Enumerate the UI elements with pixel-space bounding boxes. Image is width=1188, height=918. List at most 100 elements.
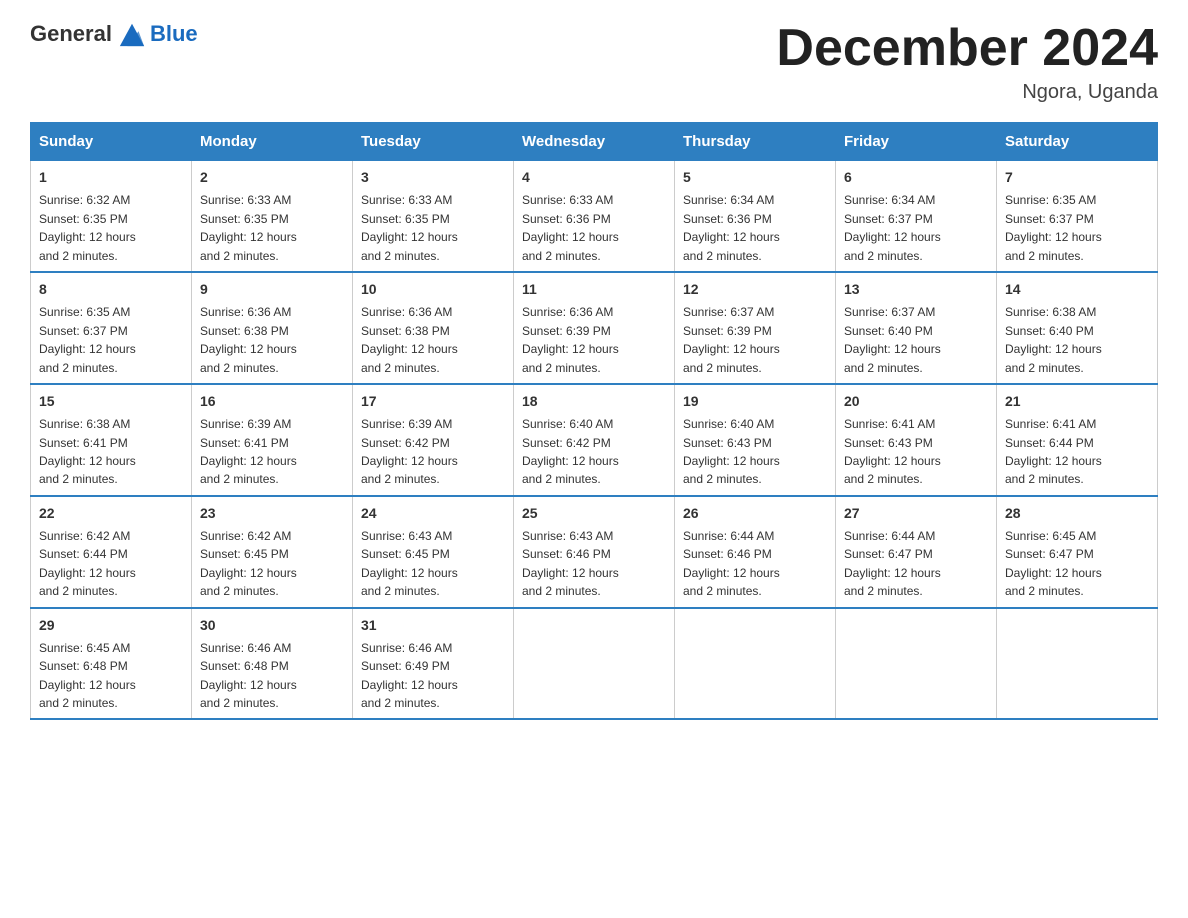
- day-number: 7: [1005, 167, 1149, 187]
- day-number: 9: [200, 279, 344, 299]
- calendar-cell: 30 Sunrise: 6:46 AMSunset: 6:48 PMDayligh…: [192, 608, 353, 720]
- day-number: 22: [39, 503, 183, 523]
- calendar-cell: 28 Sunrise: 6:45 AMSunset: 6:47 PMDayligh…: [997, 496, 1158, 608]
- day-info: Sunrise: 6:40 AMSunset: 6:43 PMDaylight:…: [683, 417, 780, 486]
- location: Ngora, Uganda: [776, 81, 1158, 104]
- day-info: Sunrise: 6:44 AMSunset: 6:46 PMDaylight:…: [683, 529, 780, 598]
- calendar-table: SundayMondayTuesdayWednesdayThursdayFrid…: [30, 122, 1158, 720]
- day-info: Sunrise: 6:33 AMSunset: 6:36 PMDaylight:…: [522, 193, 619, 262]
- day-number: 8: [39, 279, 183, 299]
- calendar-cell: 13 Sunrise: 6:37 AMSunset: 6:40 PMDayligh…: [836, 272, 997, 384]
- calendar-cell: 14 Sunrise: 6:38 AMSunset: 6:40 PMDayligh…: [997, 272, 1158, 384]
- calendar-cell: 27 Sunrise: 6:44 AMSunset: 6:47 PMDayligh…: [836, 496, 997, 608]
- day-number: 25: [522, 503, 666, 523]
- day-number: 20: [844, 391, 988, 411]
- calendar-cell: [514, 608, 675, 720]
- day-info: Sunrise: 6:32 AMSunset: 6:35 PMDaylight:…: [39, 193, 136, 262]
- day-number: 27: [844, 503, 988, 523]
- calendar-cell: [836, 608, 997, 720]
- calendar-cell: 17 Sunrise: 6:39 AMSunset: 6:42 PMDayligh…: [353, 384, 514, 496]
- column-header-sunday: Sunday: [31, 123, 192, 161]
- calendar-cell: [997, 608, 1158, 720]
- day-number: 29: [39, 615, 183, 635]
- month-title: December 2024: [776, 20, 1158, 77]
- day-number: 4: [522, 167, 666, 187]
- calendar-week-row: 29 Sunrise: 6:45 AMSunset: 6:48 PMDayligh…: [31, 608, 1158, 720]
- page-header: General Blue December 2024 Ngora, Uganda: [30, 20, 1158, 104]
- calendar-cell: 5 Sunrise: 6:34 AMSunset: 6:36 PMDaylight…: [675, 161, 836, 272]
- day-info: Sunrise: 6:35 AMSunset: 6:37 PMDaylight:…: [1005, 193, 1102, 262]
- day-number: 26: [683, 503, 827, 523]
- day-info: Sunrise: 6:35 AMSunset: 6:37 PMDaylight:…: [39, 305, 136, 374]
- calendar-cell: 12 Sunrise: 6:37 AMSunset: 6:39 PMDayligh…: [675, 272, 836, 384]
- day-number: 30: [200, 615, 344, 635]
- column-header-friday: Friday: [836, 123, 997, 161]
- day-number: 28: [1005, 503, 1149, 523]
- calendar-cell: 2 Sunrise: 6:33 AMSunset: 6:35 PMDaylight…: [192, 161, 353, 272]
- calendar-cell: 8 Sunrise: 6:35 AMSunset: 6:37 PMDaylight…: [31, 272, 192, 384]
- day-info: Sunrise: 6:36 AMSunset: 6:38 PMDaylight:…: [361, 305, 458, 374]
- day-info: Sunrise: 6:37 AMSunset: 6:39 PMDaylight:…: [683, 305, 780, 374]
- calendar-cell: 20 Sunrise: 6:41 AMSunset: 6:43 PMDayligh…: [836, 384, 997, 496]
- calendar-cell: 1 Sunrise: 6:32 AMSunset: 6:35 PMDaylight…: [31, 161, 192, 272]
- day-number: 12: [683, 279, 827, 299]
- column-header-tuesday: Tuesday: [353, 123, 514, 161]
- day-info: Sunrise: 6:44 AMSunset: 6:47 PMDaylight:…: [844, 529, 941, 598]
- calendar-cell: 10Sunrise: 6:36 AMSunset: 6:38 PMDayligh…: [353, 272, 514, 384]
- day-info: Sunrise: 6:45 AMSunset: 6:48 PMDaylight:…: [39, 641, 136, 710]
- day-number: 15: [39, 391, 183, 411]
- day-number: 14: [1005, 279, 1149, 299]
- day-info: Sunrise: 6:43 AMSunset: 6:45 PMDaylight:…: [361, 529, 458, 598]
- title-block: December 2024 Ngora, Uganda: [776, 20, 1158, 104]
- calendar-cell: 7 Sunrise: 6:35 AMSunset: 6:37 PMDaylight…: [997, 161, 1158, 272]
- day-number: 24: [361, 503, 505, 523]
- day-number: 23: [200, 503, 344, 523]
- day-info: Sunrise: 6:46 AMSunset: 6:48 PMDaylight:…: [200, 641, 297, 710]
- day-number: 18: [522, 391, 666, 411]
- day-info: Sunrise: 6:42 AMSunset: 6:44 PMDaylight:…: [39, 529, 136, 598]
- calendar-header-row: SundayMondayTuesdayWednesdayThursdayFrid…: [31, 123, 1158, 161]
- calendar-cell: 21Sunrise: 6:41 AMSunset: 6:44 PMDayligh…: [997, 384, 1158, 496]
- logo-icon: [118, 20, 146, 48]
- calendar-cell: 29 Sunrise: 6:45 AMSunset: 6:48 PMDayligh…: [31, 608, 192, 720]
- calendar-cell: 24 Sunrise: 6:43 AMSunset: 6:45 PMDayligh…: [353, 496, 514, 608]
- day-number: 5: [683, 167, 827, 187]
- calendar-cell: 16Sunrise: 6:39 AMSunset: 6:41 PMDayligh…: [192, 384, 353, 496]
- calendar-cell: [675, 608, 836, 720]
- logo: General Blue: [30, 20, 198, 48]
- calendar-cell: 6Sunrise: 6:34 AMSunset: 6:37 PMDaylight…: [836, 161, 997, 272]
- calendar-cell: 15 Sunrise: 6:38 AMSunset: 6:41 PMDayligh…: [31, 384, 192, 496]
- calendar-cell: 19 Sunrise: 6:40 AMSunset: 6:43 PMDayligh…: [675, 384, 836, 496]
- day-info: Sunrise: 6:37 AMSunset: 6:40 PMDaylight:…: [844, 305, 941, 374]
- day-info: Sunrise: 6:39 AMSunset: 6:42 PMDaylight:…: [361, 417, 458, 486]
- calendar-cell: 31 Sunrise: 6:46 AMSunset: 6:49 PMDayligh…: [353, 608, 514, 720]
- day-info: Sunrise: 6:38 AMSunset: 6:40 PMDaylight:…: [1005, 305, 1102, 374]
- day-info: Sunrise: 6:33 AMSunset: 6:35 PMDaylight:…: [200, 193, 297, 262]
- day-number: 13: [844, 279, 988, 299]
- day-number: 2: [200, 167, 344, 187]
- day-number: 1: [39, 167, 183, 187]
- day-info: Sunrise: 6:45 AMSunset: 6:47 PMDaylight:…: [1005, 529, 1102, 598]
- calendar-cell: 25 Sunrise: 6:43 AMSunset: 6:46 PMDayligh…: [514, 496, 675, 608]
- day-info: Sunrise: 6:42 AMSunset: 6:45 PMDaylight:…: [200, 529, 297, 598]
- day-info: Sunrise: 6:36 AMSunset: 6:38 PMDaylight:…: [200, 305, 297, 374]
- calendar-week-row: 8 Sunrise: 6:35 AMSunset: 6:37 PMDaylight…: [31, 272, 1158, 384]
- day-info: Sunrise: 6:43 AMSunset: 6:46 PMDaylight:…: [522, 529, 619, 598]
- column-header-thursday: Thursday: [675, 123, 836, 161]
- calendar-cell: 23 Sunrise: 6:42 AMSunset: 6:45 PMDayligh…: [192, 496, 353, 608]
- day-info: Sunrise: 6:46 AMSunset: 6:49 PMDaylight:…: [361, 641, 458, 710]
- day-info: Sunrise: 6:38 AMSunset: 6:41 PMDaylight:…: [39, 417, 136, 486]
- column-header-wednesday: Wednesday: [514, 123, 675, 161]
- day-number: 19: [683, 391, 827, 411]
- logo-blue-text: Blue: [150, 21, 198, 47]
- day-number: 31: [361, 615, 505, 635]
- day-number: 11: [522, 279, 666, 299]
- day-info: Sunrise: 6:41 AMSunset: 6:43 PMDaylight:…: [844, 417, 941, 486]
- calendar-cell: 9 Sunrise: 6:36 AMSunset: 6:38 PMDaylight…: [192, 272, 353, 384]
- calendar-week-row: 15 Sunrise: 6:38 AMSunset: 6:41 PMDayligh…: [31, 384, 1158, 496]
- calendar-cell: 26 Sunrise: 6:44 AMSunset: 6:46 PMDayligh…: [675, 496, 836, 608]
- day-info: Sunrise: 6:34 AMSunset: 6:36 PMDaylight:…: [683, 193, 780, 262]
- day-number: 17: [361, 391, 505, 411]
- column-header-monday: Monday: [192, 123, 353, 161]
- day-number: 6: [844, 167, 988, 187]
